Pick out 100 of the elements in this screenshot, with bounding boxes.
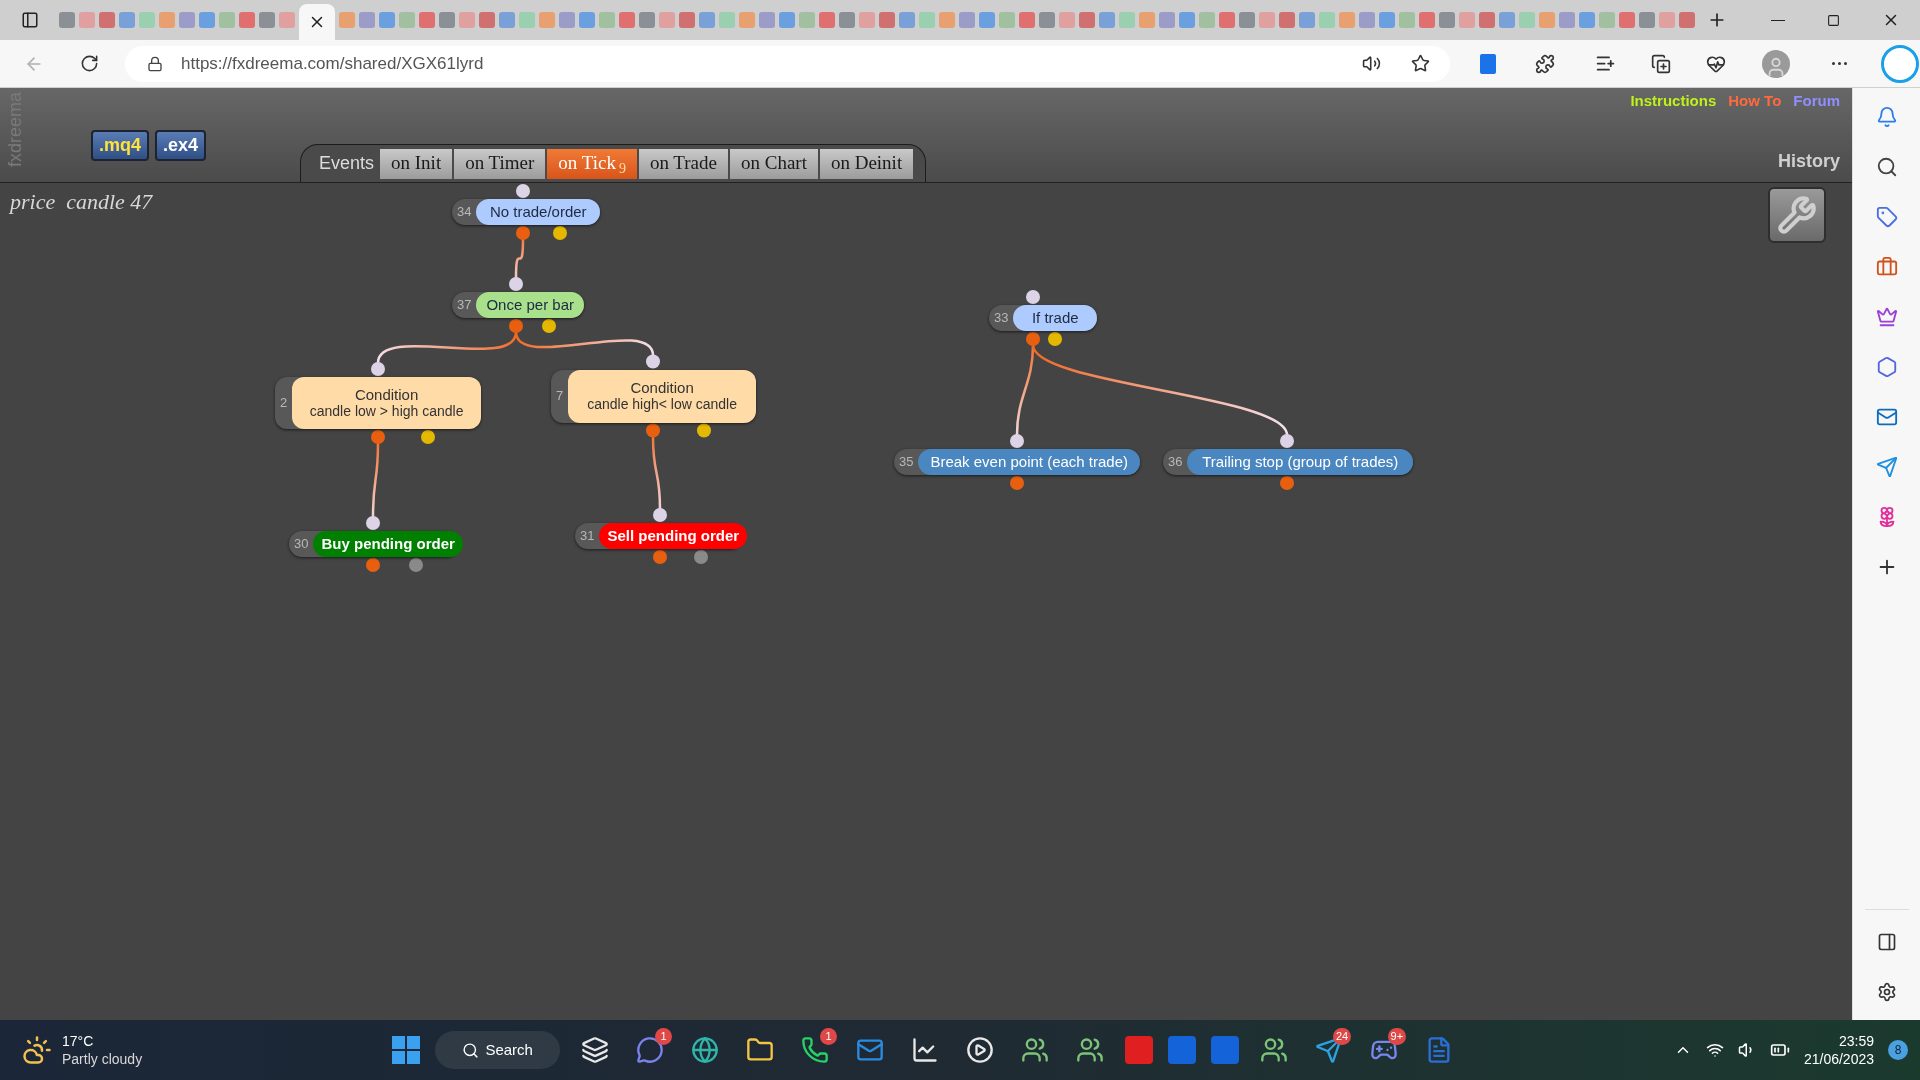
browser-tab[interactable]: [799, 12, 815, 28]
browser-tab[interactable]: [1319, 12, 1335, 28]
app-tile-icon[interactable]: [1125, 1036, 1154, 1064]
browser-tab[interactable]: [519, 12, 535, 28]
browser-tab[interactable]: [539, 12, 555, 28]
browser-tab[interactable]: [1539, 12, 1555, 28]
browser-tab[interactable]: [1179, 12, 1195, 28]
file-button[interactable]: .ex4: [155, 130, 207, 161]
browser-tab[interactable]: [639, 12, 655, 28]
output-dot[interactable]: [646, 423, 660, 438]
browser-tab[interactable]: [1439, 12, 1455, 28]
browser-tab[interactable]: [499, 12, 515, 28]
browser-tab[interactable]: [1139, 12, 1155, 28]
browser-tab[interactable]: [1219, 12, 1235, 28]
file-button[interactable]: .mq4: [91, 130, 149, 161]
flow-block[interactable]: 35 Break even point (each trade): [894, 449, 1140, 475]
browser-tab[interactable]: [679, 12, 695, 28]
output-dot[interactable]: [509, 319, 523, 333]
browser-tab[interactable]: [1279, 12, 1295, 28]
browser-tab[interactable]: [479, 12, 495, 28]
tools-button[interactable]: [1768, 187, 1826, 243]
output-dot[interactable]: [371, 430, 385, 444]
browser-tab[interactable]: [1019, 12, 1035, 28]
browser-tab[interactable]: [459, 12, 475, 28]
browser-tab[interactable]: [1119, 12, 1135, 28]
output-dot[interactable]: [553, 226, 567, 240]
browser-tab[interactable]: [559, 12, 575, 28]
flow-block[interactable]: 37 Once per bar: [452, 292, 584, 318]
browser-tab[interactable]: [899, 12, 915, 28]
browser-tab[interactable]: [1419, 12, 1435, 28]
browser-tab[interactable]: [259, 12, 275, 28]
event-tab[interactable]: on Init: [380, 148, 453, 179]
browser-tab[interactable]: [1239, 12, 1255, 28]
input-dot[interactable]: [366, 516, 380, 530]
browser-tab[interactable]: [859, 12, 875, 28]
browser-tab[interactable]: [379, 12, 395, 28]
apps-icon[interactable]: [1480, 53, 1496, 74]
input-dot[interactable]: [1010, 434, 1024, 448]
event-tab[interactable]: on Chart: [729, 148, 818, 179]
browser-tab[interactable]: [1399, 12, 1415, 28]
browser-tab[interactable]: [659, 12, 675, 28]
browser-tab[interactable]: [919, 12, 935, 28]
browser-tab[interactable]: [1359, 12, 1375, 28]
browser-tab[interactable]: [359, 12, 375, 28]
output-dot[interactable]: [694, 550, 708, 564]
input-dot[interactable]: [509, 277, 523, 291]
address-field[interactable]: https://fxdreema.com/shared/XGX61lyrd: [125, 45, 1450, 82]
browser-tab[interactable]: [819, 12, 835, 28]
input-dot[interactable]: [646, 354, 660, 369]
browser-tab[interactable]: [939, 12, 955, 28]
browser-tab[interactable]: [1459, 12, 1475, 28]
browser-tab[interactable]: [1499, 12, 1515, 28]
output-dot[interactable]: [1026, 332, 1040, 346]
notification-count[interactable]: 8: [1888, 1040, 1908, 1060]
browser-tab[interactable]: [1599, 12, 1615, 28]
browser-tab[interactable]: [1039, 12, 1055, 28]
browser-tab[interactable]: [739, 12, 755, 28]
browser-tab[interactable]: [1639, 12, 1655, 28]
event-tab[interactable]: on Trade: [638, 148, 728, 179]
event-tab[interactable]: on Timer: [454, 148, 546, 179]
input-dot[interactable]: [371, 362, 385, 376]
browser-tab[interactable]: [1659, 12, 1675, 28]
browser-tab[interactable]: [279, 12, 295, 28]
output-dot[interactable]: [366, 558, 380, 572]
browser-tab[interactable]: [1619, 12, 1635, 28]
output-dot[interactable]: [421, 430, 435, 444]
browser-tab[interactable]: [619, 12, 635, 28]
condition-block[interactable]: 7 Condition candle high< low candle: [551, 369, 756, 423]
browser-tab[interactable]: [759, 12, 775, 28]
browser-tab[interactable]: [1559, 12, 1575, 28]
browser-tab[interactable]: [1059, 12, 1075, 28]
browser-tab[interactable]: [139, 12, 155, 28]
flow-block[interactable]: 34 No trade/order: [452, 199, 600, 225]
search-button[interactable]: Search: [435, 1031, 561, 1069]
browser-tab[interactable]: [719, 12, 735, 28]
flow-block[interactable]: 33 If trade: [989, 305, 1097, 331]
output-dot[interactable]: [542, 319, 556, 333]
flow-block[interactable]: 36 Trailing stop (group of trades): [1163, 449, 1413, 475]
browser-tab[interactable]: [999, 12, 1015, 28]
browser-tab[interactable]: [439, 12, 455, 28]
browser-tab[interactable]: [1199, 12, 1215, 28]
history-label[interactable]: History: [1778, 148, 1840, 175]
output-dot[interactable]: [1048, 332, 1062, 346]
app-tile-icon[interactable]: [1168, 1036, 1197, 1064]
input-dot[interactable]: [516, 184, 530, 198]
browser-tab[interactable]: [1259, 12, 1275, 28]
output-dot[interactable]: [409, 558, 423, 572]
browser-tab[interactable]: [119, 12, 135, 28]
browser-tab[interactable]: [1519, 12, 1535, 28]
header-link[interactable]: Instructions: [1630, 90, 1717, 113]
browser-tab[interactable]: [1099, 12, 1115, 28]
browser-tab[interactable]: [1379, 12, 1395, 28]
minimize-icon[interactable]: [1771, 19, 1785, 21]
app-tile-icon[interactable]: [1211, 1036, 1240, 1064]
input-dot[interactable]: [1026, 290, 1040, 304]
output-dot[interactable]: [653, 550, 667, 564]
output-dot[interactable]: [516, 226, 530, 240]
browser-tab[interactable]: [1479, 12, 1495, 28]
browser-tab[interactable]: [979, 12, 995, 28]
output-dot[interactable]: [697, 423, 711, 438]
